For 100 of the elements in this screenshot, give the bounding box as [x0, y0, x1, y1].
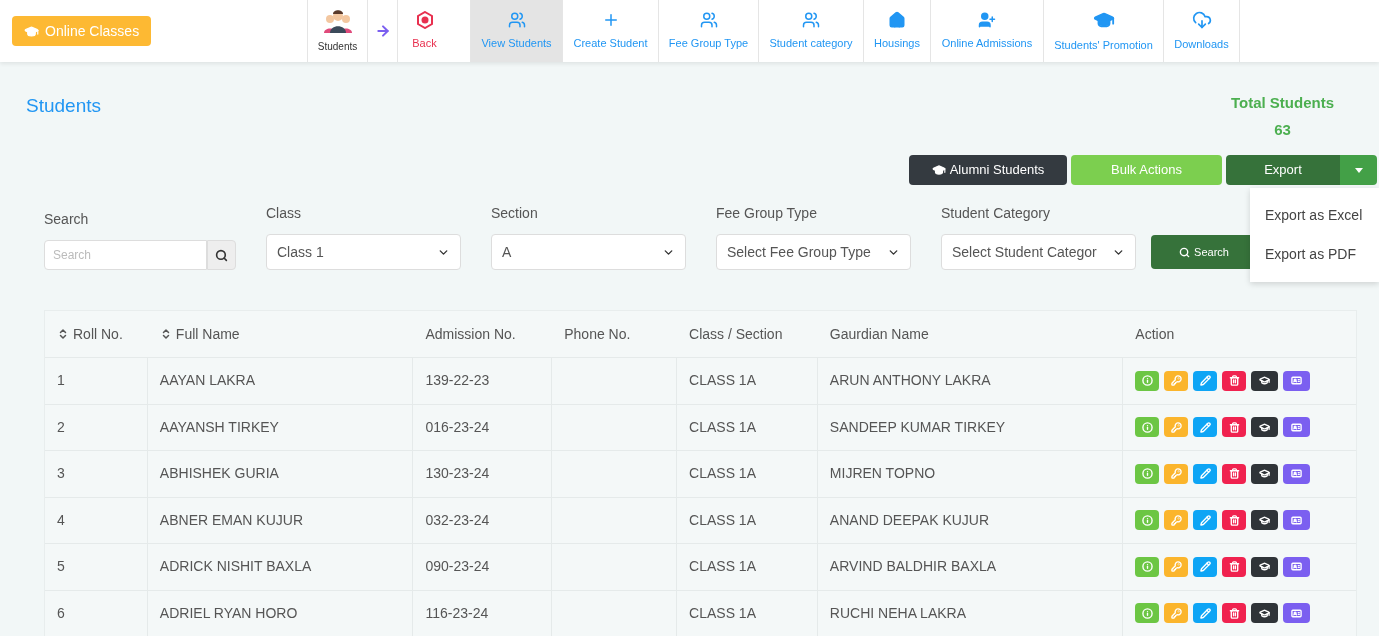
table-cell-text: CLASS 1A [689, 464, 756, 484]
table-cell-text: 2 [57, 417, 65, 437]
delete-button[interactable] [1222, 556, 1247, 577]
nav-tab[interactable]: Student category [758, 0, 863, 62]
key-button[interactable] [1164, 603, 1189, 624]
table-cell-text: CLASS 1A [689, 371, 756, 391]
table-cell-text: AAYAN LAKRA [159, 371, 256, 391]
graduation-cap-icon [1259, 514, 1271, 526]
graduate-button[interactable] [1251, 370, 1279, 391]
nav-tab[interactable]: Back [397, 0, 451, 62]
nav-tab[interactable]: Create Student [562, 0, 658, 62]
id-card-button[interactable] [1283, 556, 1311, 577]
nav-tab[interactable]: Housings [863, 0, 930, 62]
select-field[interactable]: Class 1 [266, 234, 461, 270]
pencil-icon [1199, 375, 1211, 387]
delete-button[interactable] [1222, 463, 1247, 484]
pencil-icon [1199, 607, 1211, 619]
info-button[interactable] [1135, 370, 1160, 391]
graduation-cap-icon [1259, 607, 1271, 619]
id-card-icon [1291, 514, 1303, 526]
nav-tab[interactable]: Students' Promotion [1043, 0, 1163, 62]
arrow-button[interactable] [367, 0, 397, 62]
graduate-button[interactable] [1251, 417, 1279, 438]
table-cell-text: ARUN ANTHONY LAKRA [829, 371, 991, 391]
table-cell-text: ADRIEL RYAN HORO [159, 603, 298, 623]
edit-button[interactable] [1193, 463, 1218, 484]
edit-button[interactable] [1193, 510, 1218, 531]
pencil-icon [1199, 421, 1211, 433]
search-icon-button[interactable] [207, 240, 236, 270]
graduate-button[interactable] [1251, 556, 1279, 577]
id-card-icon [1291, 421, 1303, 433]
edit-button[interactable] [1193, 556, 1218, 577]
delete-button[interactable] [1222, 417, 1247, 438]
pencil-icon [1199, 514, 1211, 526]
edit-button[interactable] [1193, 370, 1218, 391]
delete-button[interactable] [1222, 603, 1247, 624]
table-cell-text: 6 [57, 603, 65, 623]
nav-tab[interactable]: Downloads [1163, 0, 1240, 62]
id-card-button[interactable] [1283, 510, 1311, 531]
table-cell-text: 016-23-24 [425, 417, 490, 437]
info-button[interactable] [1135, 417, 1160, 438]
field-label: Class [266, 204, 302, 223]
key-icon [1170, 514, 1182, 526]
key-button[interactable] [1164, 463, 1189, 484]
info-icon [1141, 561, 1153, 573]
home-icon [888, 10, 906, 29]
export-dropdown-button[interactable] [1340, 155, 1377, 185]
key-button[interactable] [1164, 417, 1189, 438]
export-button[interactable]: Export [1226, 155, 1340, 185]
graduate-button[interactable] [1251, 603, 1279, 624]
graduate-button[interactable] [1251, 510, 1279, 531]
id-card-button[interactable] [1283, 463, 1311, 484]
select-field[interactable]: A [491, 234, 686, 270]
graduation-cap-icon [1259, 468, 1271, 480]
total-students-label: Total Students [1230, 93, 1334, 113]
info-button[interactable] [1135, 603, 1160, 624]
graduate-button[interactable] [1251, 463, 1279, 484]
cloud-download-icon [1191, 9, 1212, 30]
table-cell-text: CLASS 1A [689, 510, 756, 530]
graduation-cap-icon [1259, 561, 1271, 573]
info-button[interactable] [1135, 556, 1160, 577]
info-icon [1141, 468, 1153, 480]
id-card-icon [1291, 375, 1303, 387]
sort-icon [57, 328, 69, 340]
trash-icon [1228, 421, 1240, 433]
select-field[interactable]: Select Fee Group Type [716, 234, 911, 270]
trash-icon [1228, 375, 1240, 387]
edit-button[interactable] [1193, 417, 1218, 438]
id-card-button[interactable] [1283, 603, 1311, 624]
column-header[interactable]: Roll No. [57, 323, 123, 345]
delete-button[interactable] [1222, 370, 1247, 391]
column-header[interactable]: Full Name [159, 323, 240, 345]
export-menu-item[interactable]: Export as Excel [1250, 196, 1379, 235]
pencil-icon [1199, 561, 1211, 573]
search-field[interactable]: Search [44, 240, 207, 270]
trash-icon [1228, 561, 1240, 573]
trash-icon [1228, 468, 1240, 480]
table-cell-text: ARVIND BALDHIR BAXLA [829, 557, 997, 577]
select-field[interactable]: Select Student Categor [941, 234, 1136, 270]
id-card-button[interactable] [1283, 370, 1311, 391]
table-cell-text: CLASS 1A [689, 417, 756, 437]
delete-button[interactable] [1222, 510, 1247, 531]
key-button[interactable] [1164, 510, 1189, 531]
users-icon [802, 10, 820, 29]
column-header: Class / Section [689, 324, 783, 344]
user-plus-icon [978, 10, 996, 29]
nav-tab[interactable]: Fee Group Type [658, 0, 758, 62]
nav-tab[interactable]: Online Admissions [930, 0, 1043, 62]
id-card-button[interactable] [1283, 417, 1311, 438]
key-button[interactable] [1164, 370, 1189, 391]
table-cell-text: CLASS 1A [689, 603, 756, 623]
info-button[interactable] [1135, 510, 1160, 531]
key-button[interactable] [1164, 556, 1189, 577]
total-students-count: 63 [1274, 119, 1291, 140]
trash-icon [1228, 514, 1240, 526]
info-button[interactable] [1135, 463, 1160, 484]
edit-button[interactable] [1193, 603, 1218, 624]
key-icon [1170, 375, 1182, 387]
nav-tab[interactable]: Students [307, 0, 367, 62]
alumni-students-button[interactable]: Alumni Students [909, 155, 1067, 185]
